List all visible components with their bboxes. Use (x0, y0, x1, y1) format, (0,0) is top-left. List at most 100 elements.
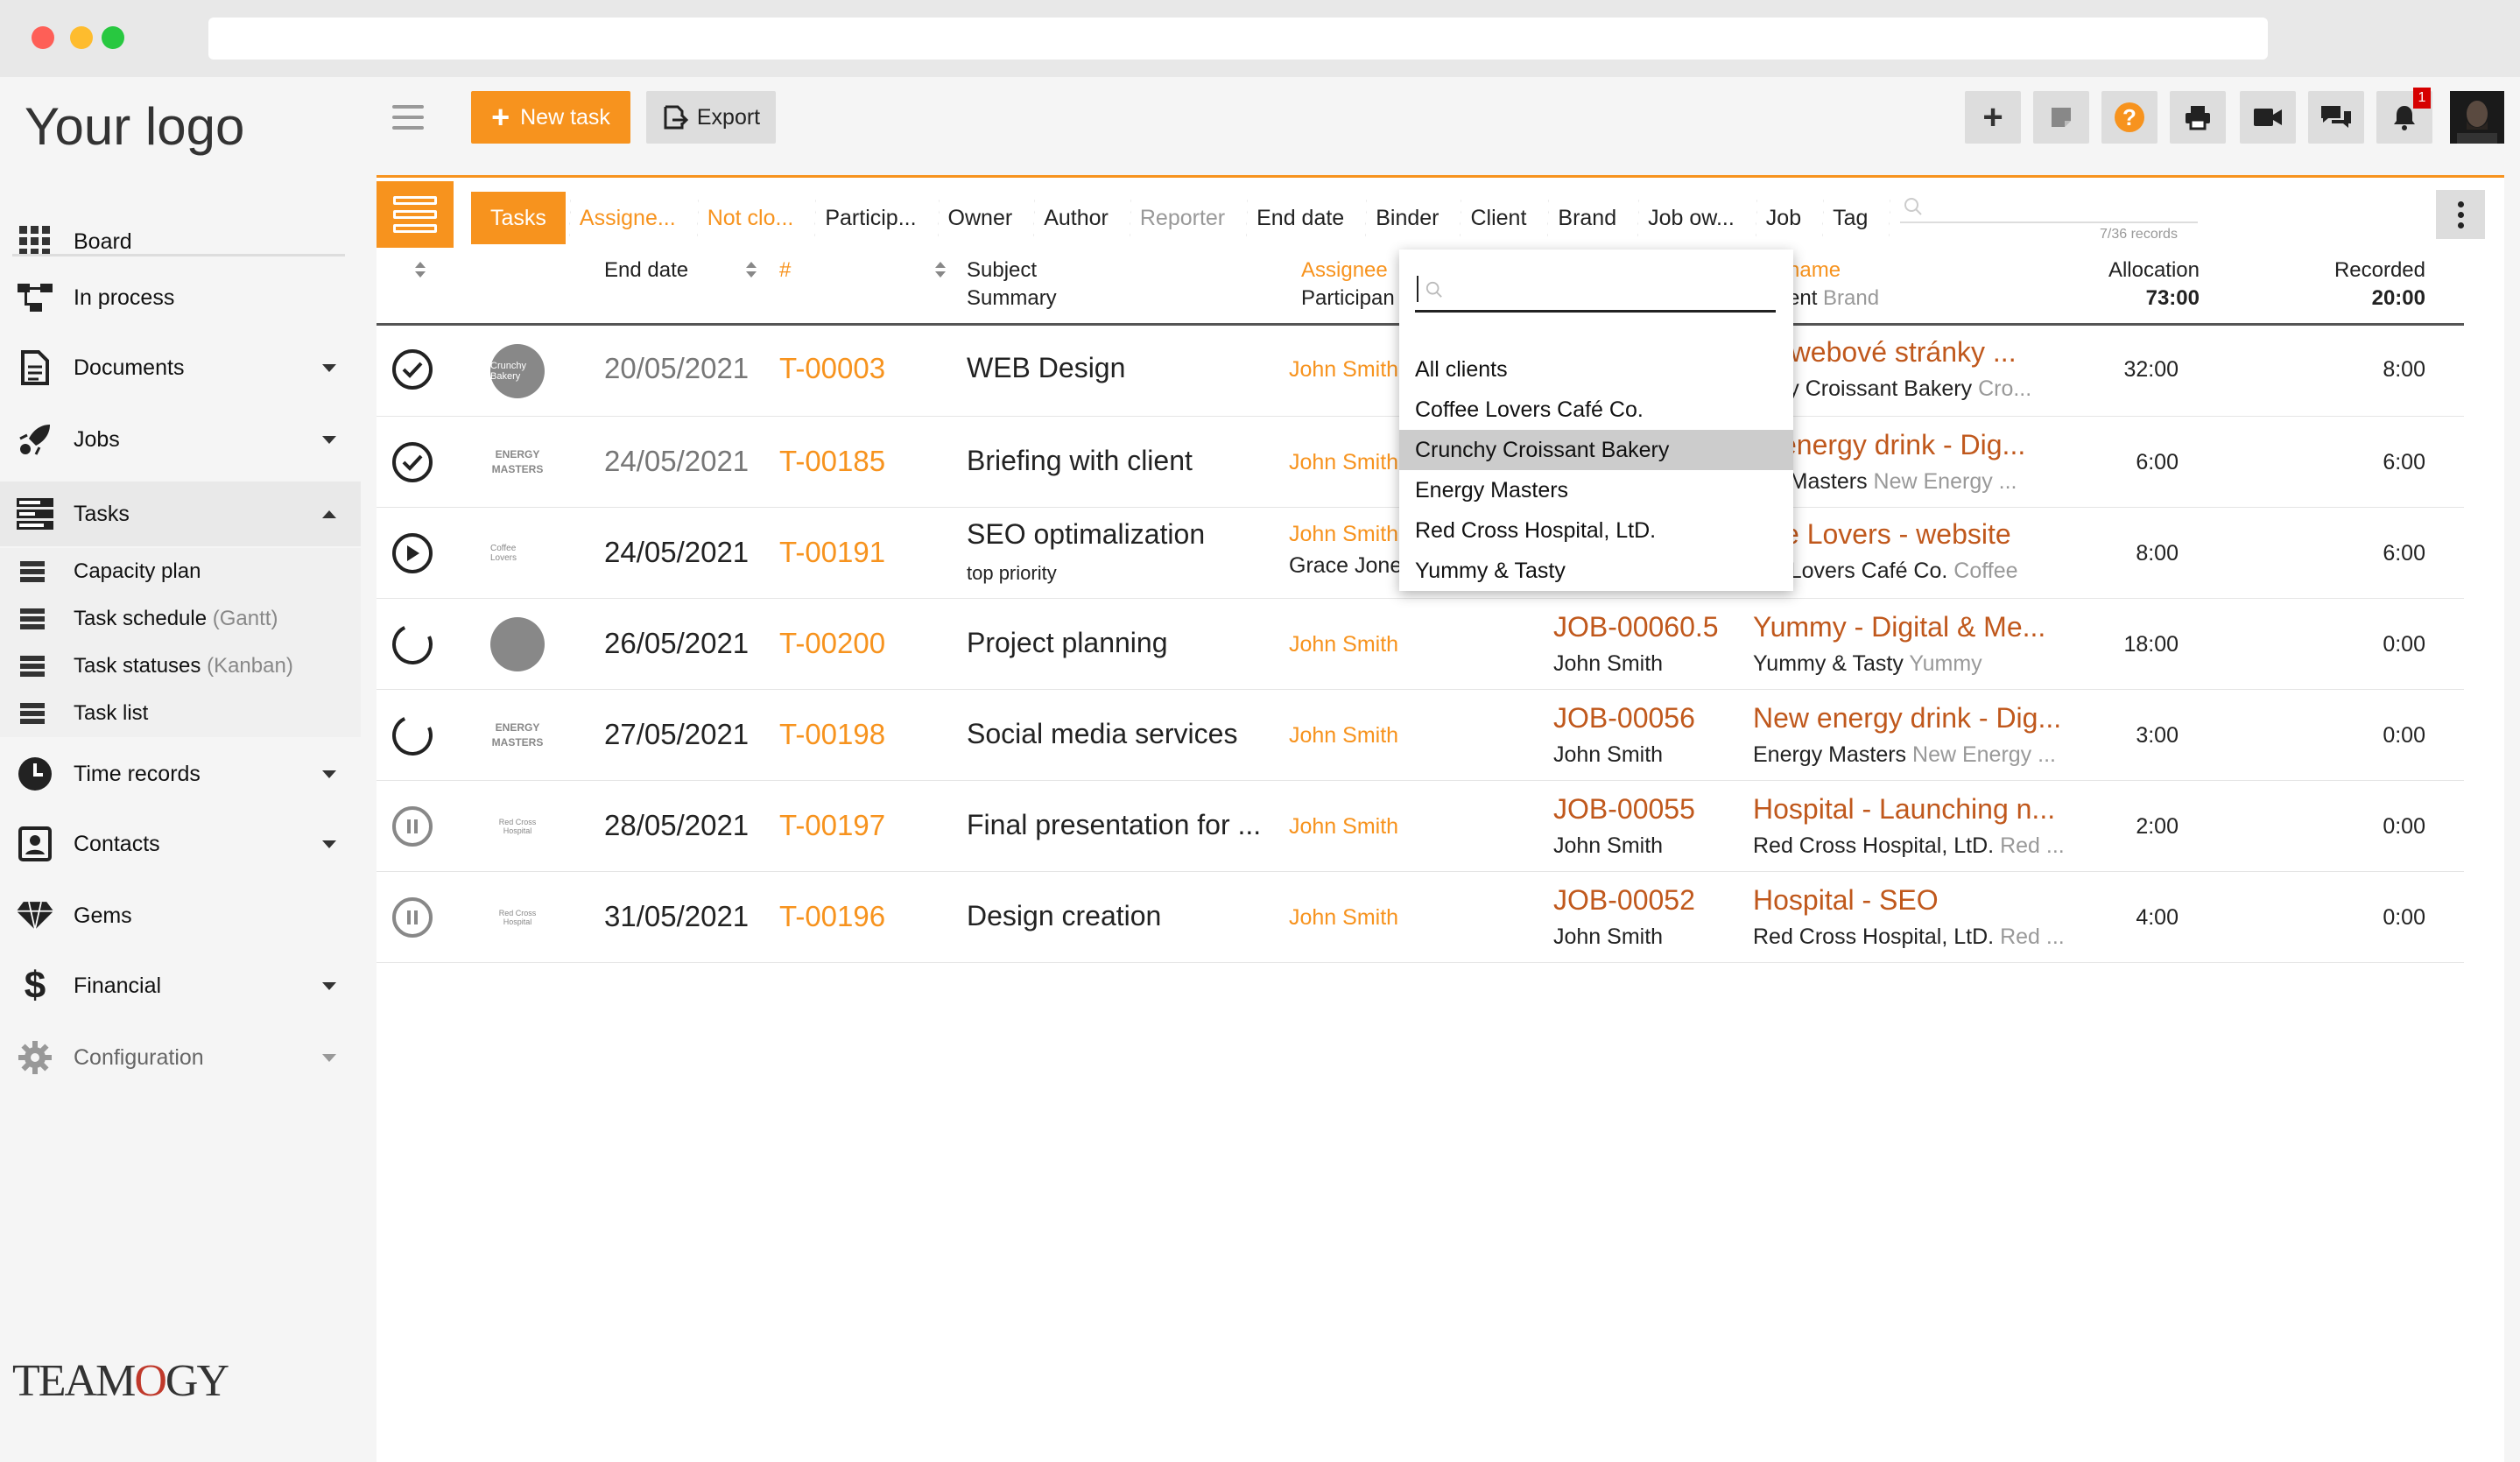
table-row[interactable]: Red Cross Hospital 31/05/2021 T-00196 De… (377, 872, 2464, 963)
assignee[interactable]: John Smith (1289, 905, 1398, 931)
job-id-link[interactable]: JOB-00060.5 (1553, 611, 1719, 643)
header-subject[interactable]: Subject Summary (967, 258, 1057, 320)
assignee[interactable]: John Smith (1289, 723, 1398, 749)
task-subject[interactable]: Design creation (967, 900, 1273, 932)
job-id-link[interactable]: JOB-00052 (1553, 884, 1695, 917)
filter-participant[interactable]: Particip... (811, 192, 940, 244)
export-button[interactable]: Export (646, 91, 776, 144)
sidebar-item-configuration[interactable]: Configuration (0, 1031, 361, 1084)
task-id-link[interactable]: T-00003 (779, 352, 885, 385)
filter-tasks[interactable]: Tasks (471, 192, 571, 244)
help-button[interactable]: ? (2101, 91, 2157, 144)
sidebar-subitem-capacity-plan[interactable]: Capacity plan (0, 548, 361, 595)
search-input[interactable] (1900, 221, 2198, 223)
filter-owner[interactable]: Owner (934, 192, 1035, 244)
new-task-button[interactable]: + New task (471, 91, 630, 144)
dropdown-option[interactable]: Energy Masters (1399, 470, 1793, 510)
assignee[interactable]: John Smith (1289, 522, 1398, 547)
chevron-down-icon[interactable] (322, 840, 336, 848)
assignee[interactable]: John Smith (1289, 450, 1398, 475)
pause-status-icon[interactable] (392, 897, 433, 938)
done-status-icon[interactable] (392, 442, 433, 482)
dropdown-option[interactable]: All clients (1399, 349, 1793, 390)
address-bar[interactable] (208, 18, 2268, 60)
job-name-link[interactable]: Hospital - SEO (1753, 884, 2070, 917)
filter-job[interactable]: Job (1752, 192, 1825, 244)
sidebar-subitem-task-schedule[interactable]: Task schedule (Gantt) (0, 595, 361, 643)
header-id[interactable]: # (779, 258, 791, 320)
filter-author[interactable]: Author (1030, 192, 1131, 244)
maximize-window-icon[interactable] (102, 26, 124, 49)
dropdown-option[interactable]: Red Cross Hospital, LtD. (1399, 510, 1793, 551)
filter-assignee[interactable]: Assigne... (566, 192, 699, 244)
sidebar-item-board[interactable]: Board (0, 215, 361, 268)
notes-button[interactable] (2033, 91, 2089, 144)
task-subject[interactable]: Final presentation for ... (967, 809, 1273, 841)
client-search-input[interactable] (1415, 272, 1776, 313)
chevron-down-icon[interactable] (322, 435, 336, 444)
filter-brand[interactable]: Brand (1544, 192, 1639, 244)
job-name-link[interactable]: ffee Lovers - website (1753, 518, 2070, 551)
app-logo[interactable]: Your logo (25, 96, 244, 157)
sidebar-subitem-task-statuses[interactable]: Task statuses (Kanban) (0, 643, 361, 690)
pause-status-icon[interactable] (392, 806, 433, 847)
dropdown-option-highlighted[interactable]: Crunchy Croissant Bakery (1399, 430, 1793, 470)
task-id-link[interactable]: T-00196 (779, 900, 885, 933)
avatar[interactable] (2450, 91, 2504, 144)
play-status-icon[interactable] (392, 533, 433, 573)
print-button[interactable] (2170, 91, 2226, 144)
sidebar-item-in-process[interactable]: In process (0, 271, 361, 324)
header-job-name[interactable]: name ent Brand (1788, 258, 1879, 320)
assignee[interactable]: John Smith (1289, 357, 1398, 383)
filter-end-date[interactable]: End date (1242, 192, 1368, 244)
assignee[interactable]: John Smith (1289, 632, 1398, 657)
sidebar-item-documents[interactable]: Documents (0, 341, 361, 394)
header-recorded[interactable]: Recorded 20:00 (2303, 258, 2425, 320)
chevron-down-icon[interactable] (322, 1053, 336, 1062)
done-status-icon[interactable] (392, 349, 433, 390)
sidebar-subitem-task-list[interactable]: Task list (0, 690, 361, 737)
task-id-link[interactable]: T-00185 (779, 445, 885, 478)
minimize-window-icon[interactable] (70, 26, 93, 49)
task-id-link[interactable]: T-00197 (779, 809, 885, 842)
open-status-icon[interactable] (386, 709, 439, 762)
chevron-up-icon[interactable] (322, 510, 336, 518)
chevron-down-icon[interactable] (322, 770, 336, 778)
job-name-link[interactable]: w energy drink - Dig... (1753, 429, 2070, 461)
sidebar-item-financial[interactable]: $ Financial (0, 959, 361, 1012)
sidebar-item-time-records[interactable]: Time records (0, 748, 361, 800)
task-subject[interactable]: Briefing with client (967, 445, 1273, 477)
dropdown-option[interactable]: Coffee Lovers Café Co. (1399, 390, 1793, 430)
open-status-icon[interactable] (386, 618, 439, 671)
filter-job-owner[interactable]: Job ow... (1634, 192, 1757, 244)
filter-client[interactable]: Client (1456, 192, 1550, 244)
filter-binder[interactable]: Binder (1362, 192, 1462, 244)
menu-toggle-button[interactable] (392, 105, 424, 130)
video-call-button[interactable] (2240, 91, 2296, 144)
task-id-link[interactable]: T-00200 (779, 627, 885, 660)
task-subject[interactable]: Project planning (967, 627, 1273, 659)
dropdown-option[interactable]: Yummy & Tasty (1399, 551, 1793, 591)
header-assignee[interactable]: Assignee Participan (1301, 258, 1406, 320)
sidebar-item-gems[interactable]: Gems (0, 889, 361, 942)
header-allocation[interactable]: Allocation 73:00 (2086, 258, 2200, 320)
job-name-link[interactable]: Yummy - Digital & Me... (1753, 611, 2070, 643)
table-row[interactable]: 26/05/2021 T-00200 Project planning John… (377, 599, 2464, 690)
job-name-link[interactable]: Hospital - Launching n... (1753, 793, 2070, 826)
header-end-date[interactable]: End date (604, 258, 688, 320)
assignee[interactable]: John Smith (1289, 814, 1398, 840)
filter-not-closed[interactable]: Not clo... (693, 192, 816, 244)
table-row[interactable]: ENERGY MASTERS 27/05/2021 T-00198 Social… (377, 690, 2464, 781)
table-row[interactable]: Red Cross Hospital 28/05/2021 T-00197 Fi… (377, 781, 2464, 872)
chevron-down-icon[interactable] (322, 981, 336, 990)
job-name-link[interactable]: New energy drink - Dig... (1753, 702, 2070, 735)
job-name-link[interactable]: vé webové stránky ... (1753, 336, 2070, 369)
task-id-link[interactable]: T-00191 (779, 536, 885, 569)
chat-button[interactable] (2308, 91, 2364, 144)
filter-reporter[interactable]: Reporter (1126, 192, 1249, 244)
more-options-button[interactable] (2436, 190, 2485, 239)
task-id-link[interactable]: T-00198 (779, 718, 885, 751)
job-id-link[interactable]: JOB-00056 (1553, 702, 1695, 735)
filter-tag[interactable]: Tag (1819, 192, 1891, 244)
close-window-icon[interactable] (32, 26, 54, 49)
